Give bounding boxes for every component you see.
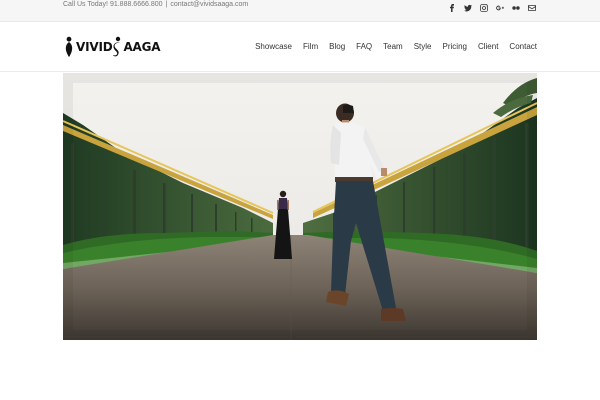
hero-image [63,73,537,340]
phone-text: Call Us Today! 91.888.6666.800 [63,1,163,8]
logo-figure-icon [65,36,73,57]
nav-style[interactable]: Style [414,42,432,51]
nav-faq[interactable]: FAQ [356,42,372,51]
email-icon[interactable] [527,3,537,13]
site-header: VIVID AAGA Showcase Film Blog FAQ Team S… [0,22,600,72]
twitter-icon[interactable] [463,3,473,13]
nav-client[interactable]: Client [478,42,498,51]
topbar-contact: Call Us Today! 91.888.6666.800 | contact@v… [63,0,248,9]
facebook-icon[interactable] [447,3,457,13]
logo-text-left: VIVID [76,40,113,54]
nav-blog[interactable]: Blog [329,42,345,51]
nav-showcase[interactable]: Showcase [255,42,292,51]
topbar-separator: | [165,1,168,8]
top-bar: Call Us Today! 91.888.6666.800 | contact@v… [0,0,600,22]
main-nav: Showcase Film Blog FAQ Team Style Pricin… [255,42,537,51]
nav-team[interactable]: Team [383,42,403,51]
section-heading-fragment [298,393,302,400]
email-link[interactable]: contact@vividsaaga.com [170,1,248,8]
nav-contact[interactable]: Contact [509,42,537,51]
nav-pricing[interactable]: Pricing [443,42,467,51]
logo-figure-s-icon [113,36,121,57]
site-logo[interactable]: VIVID AAGA [63,36,161,58]
hero-photo [63,73,537,340]
flickr-icon[interactable] [511,3,521,13]
social-links [447,3,537,13]
instagram-icon[interactable] [479,3,489,13]
logo-text-right: AAGA [123,40,161,54]
google-plus-icon[interactable] [495,3,505,13]
nav-film[interactable]: Film [303,42,318,51]
section-heading-peek [63,392,537,400]
